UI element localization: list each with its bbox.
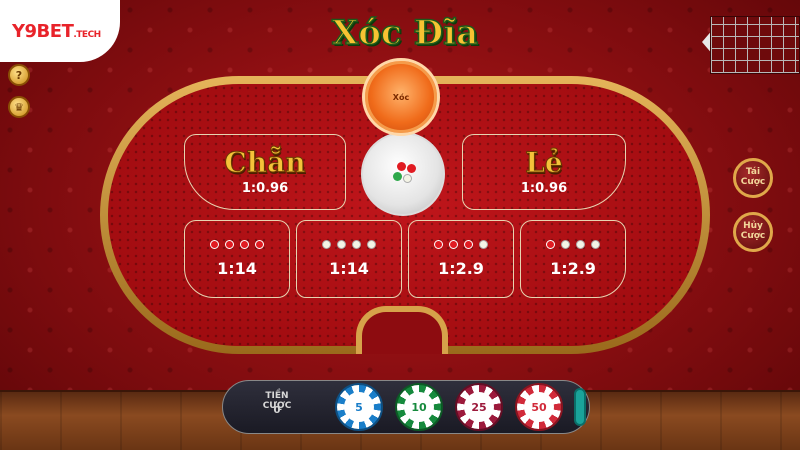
coin-white <box>403 174 412 183</box>
bet-three-white[interactable]: 1:2.9 <box>520 220 626 298</box>
table-notch <box>356 306 448 354</box>
rebet-button[interactable]: Tái Cược <box>733 158 773 198</box>
chip-10-label: 10 <box>404 392 434 422</box>
chip-5[interactable]: 5 <box>335 383 383 431</box>
chip-50-label: 50 <box>524 392 554 422</box>
chip-50[interactable]: 50 <box>515 383 563 431</box>
game-title: Xóc Đĩa <box>331 12 479 54</box>
history-grid-panel[interactable] <box>710 16 800 74</box>
bet-le-odds: 1:0.96 <box>520 180 568 196</box>
chip-25-label: 25 <box>464 392 494 422</box>
bet-three-red[interactable]: 1:2.9 <box>408 220 514 298</box>
coin-green <box>393 172 402 181</box>
dice-plate <box>361 132 445 216</box>
shake-bowl-lid[interactable]: Xóc <box>362 58 440 136</box>
bet-four-white[interactable]: 1:14 <box>296 220 402 298</box>
bet-le-name: Lẻ <box>525 145 564 179</box>
chip-partial[interactable] <box>574 388 586 426</box>
dots-four-white <box>322 240 376 249</box>
dots-three-red <box>434 240 488 249</box>
brand-logo-text: Y9BET.TECH <box>12 20 101 42</box>
bet-chan-name: Chẵn <box>224 145 306 179</box>
bet-four-white-odds: 1:14 <box>329 259 369 278</box>
brand-logo: Y9BET.TECH <box>0 0 120 62</box>
bet-total-amount: 0 <box>273 405 281 416</box>
chip-25[interactable]: 25 <box>455 383 503 431</box>
lid-label: Xóc <box>392 92 410 102</box>
dots-four-red <box>210 240 264 249</box>
bet-four-red[interactable]: 1:14 <box>184 220 290 298</box>
trophy-icon[interactable]: ♛ <box>8 96 30 118</box>
coin-red <box>407 164 416 173</box>
bet-chan[interactable]: Chẵn 1:0.96 <box>184 134 346 210</box>
chip-10[interactable]: 10 <box>395 383 443 431</box>
bet-three-white-odds: 1:2.9 <box>550 259 596 278</box>
cancel-bet-button[interactable]: Hủy Cược <box>733 212 773 252</box>
bet-four-red-odds: 1:14 <box>217 259 257 278</box>
coin-red <box>397 162 406 171</box>
bet-chan-odds: 1:0.96 <box>241 180 289 196</box>
chip-5-label: 5 <box>344 392 374 422</box>
bet-le[interactable]: Lẻ 1:0.96 <box>462 134 626 210</box>
help-icon[interactable]: ? <box>8 64 30 86</box>
dots-three-white <box>546 240 600 249</box>
bet-three-red-odds: 1:2.9 <box>438 259 484 278</box>
